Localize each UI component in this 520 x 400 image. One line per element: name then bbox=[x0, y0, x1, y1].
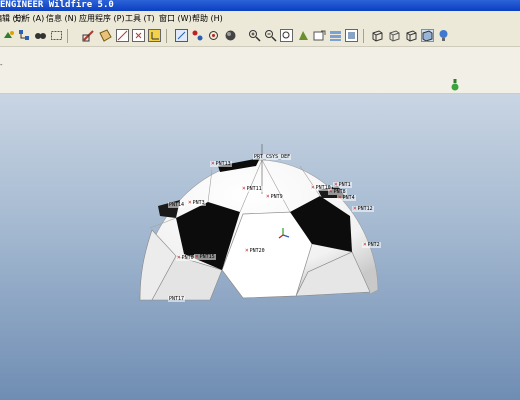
model-graphics bbox=[139, 144, 379, 301]
regenerate-icon[interactable] bbox=[2, 29, 15, 42]
datum-point-icon[interactable] bbox=[132, 29, 145, 42]
datum-point-label[interactable]: ×PNT11 bbox=[241, 186, 263, 192]
zoom-in-icon[interactable] bbox=[248, 29, 261, 42]
refit-icon[interactable] bbox=[280, 29, 293, 42]
title-bar: ENGINEER Wildfire 5.0 bbox=[0, 0, 520, 11]
menu-tools[interactable]: 工具 (T) bbox=[125, 12, 155, 25]
point-marker-icon: × bbox=[266, 193, 270, 200]
shading-icon[interactable] bbox=[421, 29, 434, 42]
datum-point-label[interactable]: ×PNT15 bbox=[194, 254, 216, 260]
point-marker-icon: × bbox=[363, 241, 367, 248]
datum-point-label[interactable]: ×PNT8 bbox=[328, 189, 347, 195]
point-marker-icon: × bbox=[329, 188, 333, 195]
datum-point-label[interactable]: ×PNT20 bbox=[244, 248, 266, 254]
toolbar-separator bbox=[363, 29, 364, 43]
status-indicator-icon[interactable] bbox=[450, 79, 460, 94]
datum-point-label[interactable]: ×PNT0 bbox=[176, 255, 195, 261]
datum-point-label[interactable]: ×PNT3 bbox=[187, 200, 206, 206]
model-tree-icon[interactable] bbox=[18, 29, 31, 42]
datum-point-label[interactable]: ×PNT13 bbox=[210, 161, 232, 167]
reorient-icon[interactable] bbox=[297, 29, 310, 42]
csys-label[interactable]: PRT_CSYS_DEF bbox=[253, 154, 292, 160]
appearance-icon[interactable] bbox=[437, 29, 450, 42]
toolbar bbox=[0, 26, 520, 47]
point-marker-icon: × bbox=[338, 194, 342, 201]
datum-point-label[interactable]: ×PNT12 bbox=[352, 206, 374, 212]
wireframe-icon[interactable] bbox=[371, 29, 384, 42]
coord-sys-icon[interactable] bbox=[148, 29, 161, 42]
datum-display-icon[interactable] bbox=[207, 29, 220, 42]
spin-center-icon[interactable] bbox=[191, 29, 204, 42]
point-marker-icon: × bbox=[242, 185, 246, 192]
point-marker-icon: × bbox=[311, 184, 315, 191]
datum-point-label[interactable]: ×PNT4 bbox=[337, 195, 356, 201]
tool-panel: - bbox=[0, 47, 520, 94]
menu-bar: 编辑 (E) 分析 (A) 信息 (N) 应用程序 (P) 工具 (T) 窗口 … bbox=[0, 11, 520, 27]
window-title: ENGINEER Wildfire 5.0 bbox=[0, 0, 114, 10]
datum-point-label[interactable]: ×PNT2 bbox=[362, 242, 381, 248]
datum-plane-icon[interactable] bbox=[99, 29, 112, 42]
datum-point-label[interactable]: ×PNT9 bbox=[265, 194, 284, 200]
zoom-out-icon[interactable] bbox=[264, 29, 277, 42]
graphics-viewport[interactable]: PRT_CSYS_DEF ×PNT13 ×PNT11 ×PNT10 ×PNT1 … bbox=[0, 94, 520, 400]
point-marker-icon: × bbox=[177, 254, 181, 261]
toolbar-separator bbox=[166, 29, 167, 43]
point-marker-icon: × bbox=[353, 205, 357, 212]
view-icon[interactable] bbox=[175, 29, 188, 42]
menu-window[interactable]: 窗口 (W) bbox=[159, 12, 192, 25]
point-marker-icon: × bbox=[188, 199, 192, 206]
saved-views-icon[interactable] bbox=[313, 29, 326, 42]
view-manager-icon[interactable] bbox=[345, 29, 358, 42]
menu-analysis[interactable]: 分析 (A) bbox=[14, 12, 44, 25]
datum-point-label[interactable]: PNT14 bbox=[168, 202, 186, 208]
point-marker-icon: × bbox=[245, 247, 249, 254]
toolbar-separator bbox=[67, 29, 68, 43]
datum-axis-icon[interactable] bbox=[116, 29, 129, 42]
point-marker-icon: × bbox=[211, 160, 215, 167]
menu-help[interactable]: 帮助 (H) bbox=[192, 12, 223, 25]
sketch-icon[interactable] bbox=[82, 29, 95, 42]
panel-marker: - bbox=[0, 61, 3, 69]
select-box-icon[interactable] bbox=[50, 29, 63, 42]
shade-icon[interactable] bbox=[224, 29, 237, 42]
datum-point-label[interactable]: ×PNT1 bbox=[333, 182, 352, 188]
point-marker-icon: × bbox=[334, 181, 338, 188]
menu-applications[interactable]: 应用程序 (P) bbox=[79, 12, 125, 25]
no-hidden-icon[interactable] bbox=[405, 29, 418, 42]
menu-info[interactable]: 信息 (N) bbox=[46, 12, 77, 25]
find-icon[interactable] bbox=[34, 29, 47, 42]
point-marker-icon: × bbox=[195, 253, 199, 260]
hidden-line-icon[interactable] bbox=[388, 29, 401, 42]
layers-icon[interactable] bbox=[329, 29, 342, 42]
datum-point-label[interactable]: PNT17 bbox=[168, 296, 186, 302]
